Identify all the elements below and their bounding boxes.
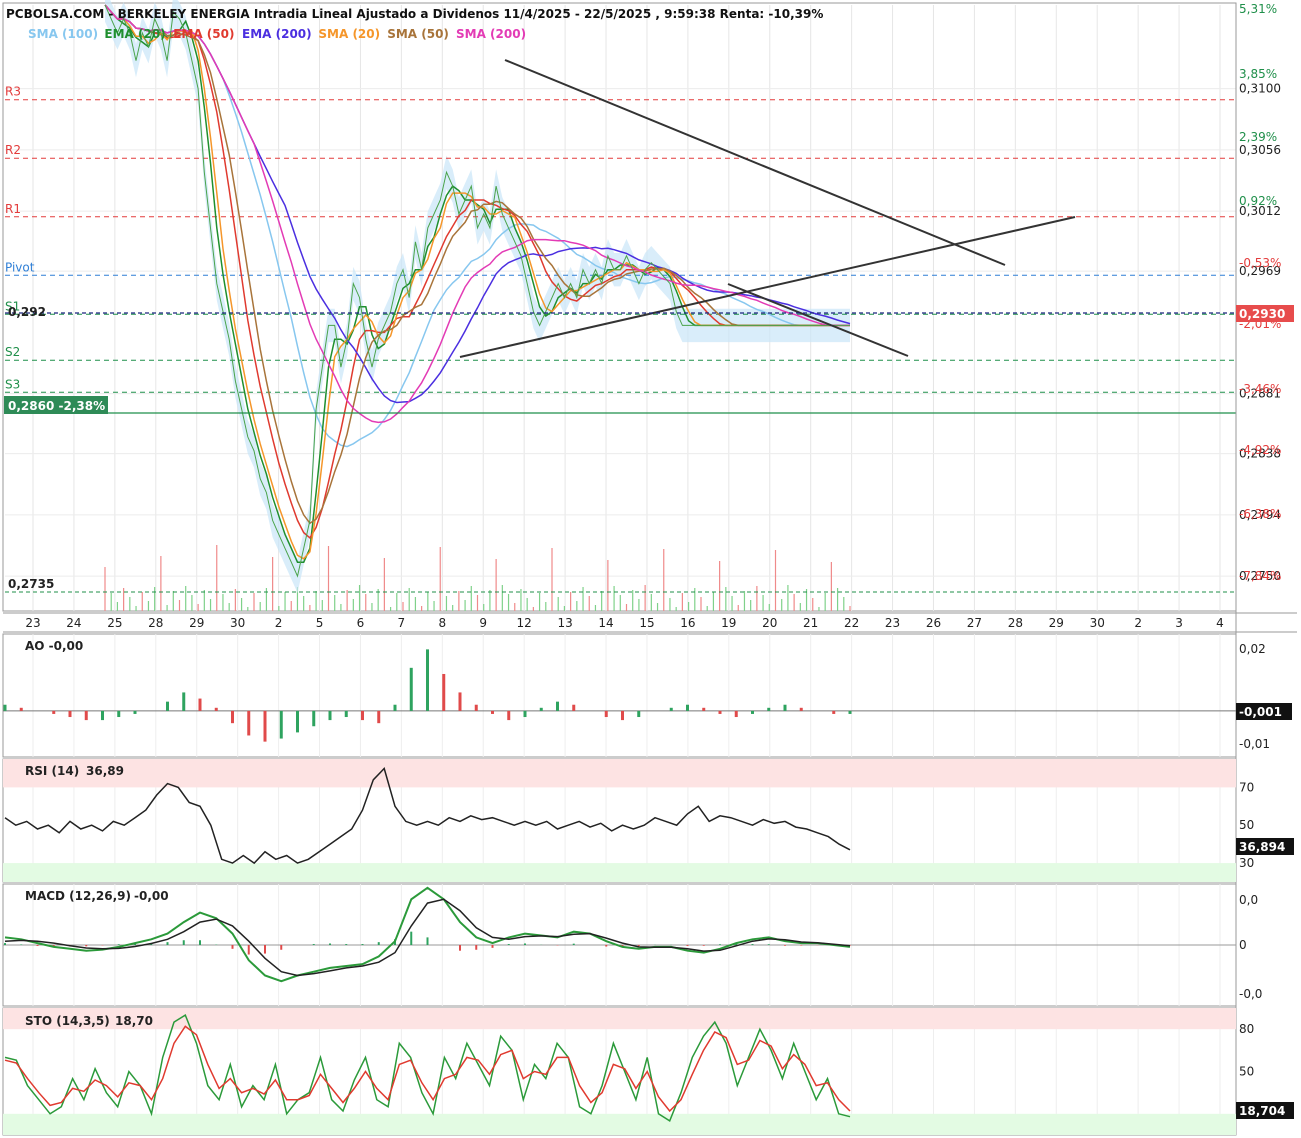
pct-tick: -7,84% [1239,569,1281,583]
price-axis: 0,31000,30560,30120,29690,28810,28380,27… [1235,2,1281,1135]
macd-panel: MACD (12,26,9) -0,00 0,0 0 -0,0 [2,883,1262,1007]
sto-oversold [3,1113,1236,1135]
legend-item: EMA (200) [242,27,312,41]
date-tick: 28 [148,616,163,630]
pct-tick: -4,92% [1239,443,1281,457]
legend-item: SMA (50) [387,27,449,41]
sto-panel: STO (14,3,5) 18,70 80 50 18,704 [2,1007,1294,1136]
macd-title: MACD (12,26,9) [25,889,131,903]
date-tick: 2 [1134,616,1142,630]
date-tick: 23 [25,616,40,630]
pivot-label: R2 [5,143,21,157]
date-tick: 16 [680,616,695,630]
ao-panel: AO -0,00 0,02 -0,01 -0,001 [2,633,1292,758]
sto-tick: 80 [1239,1022,1254,1036]
date-tick: 28 [1008,616,1023,630]
rsi-panel: RSI (14) 36,89 70 50 30 36,894 [2,758,1294,883]
pivot-label: R3 [5,85,21,99]
pivot-label: R1 [5,202,21,216]
date-tick: 13 [557,616,572,630]
rsi-tick: 50 [1239,818,1254,832]
legend-item: SMA (20) [318,27,380,41]
last-price-tag: 0,2930 [1239,307,1285,321]
macd-tick: 0 [1239,938,1247,952]
date-tick: 23 [885,616,900,630]
date-tick: 21 [803,616,818,630]
pct-tick: 5,31% [1239,2,1277,16]
rsi-tick: 30 [1239,856,1254,870]
date-tick: 4 [1216,616,1224,630]
pct-tick: -0,53% [1239,256,1281,270]
chart-title: PCBOLSA.COM - BERKELEY ENERGIA Intradia … [6,7,823,21]
sto-tick: 50 [1239,1065,1254,1079]
sto-tag: 18,704 [1239,1104,1285,1118]
date-tick: 30 [1090,616,1105,630]
sto-title: STO (14,3,5) [25,1014,110,1028]
ao-tick: -0,01 [1239,737,1270,751]
ao-title: AO -0,00 [25,639,83,653]
sto-overbought [3,1008,1236,1030]
pct-tick: 0,92% [1239,194,1277,208]
date-tick: 12 [517,616,532,630]
date-axis: 23 24 25 28 29 30 2 5 6 7 8 9 12 13 14 15 16 19 20 21 22 23 26… [3,612,1297,633]
low-label: 0,2735 [8,577,54,591]
price-tick: 0,3100 [1239,82,1281,96]
rsi-overbought [3,759,1236,788]
pct-tick: 2,39% [1239,130,1277,144]
price-panel: PCBOLSA.COM - BERKELEY ENERGIA Intradia … [2,0,1237,612]
date-tick: 25 [107,616,122,630]
pivot-label: Pivot [5,260,35,274]
date-tick: 7 [398,616,406,630]
date-tick: 19 [721,616,736,630]
date-tick: 3 [1175,616,1183,630]
date-tick: 14 [598,616,613,630]
ao-tick: 0,02 [1239,642,1266,656]
rsi-title: RSI (14) [25,764,79,778]
date-tick: 22 [844,616,859,630]
pct-tick: -3,46% [1239,382,1281,396]
ao-tag: -0,001 [1239,705,1282,719]
date-tick: 9 [479,616,487,630]
date-tick: 26 [926,616,941,630]
legend-item: EMA (20) [104,27,165,41]
legend-item: SMA (100) [28,27,98,41]
date-tick: 6 [357,616,365,630]
macd-tick: -0,0 [1239,987,1262,1001]
date-tick: 24 [66,616,81,630]
pivot-label: S2 [5,345,20,359]
price-panel-frame [2,2,1237,612]
rsi-oversold [3,863,1236,882]
panel-frame [2,633,1237,758]
date-tick: 8 [438,616,446,630]
chart-canvas: PCBOLSA.COM - BERKELEY ENERGIA Intradia … [2,0,1297,1136]
legend-item: EMA (50) [173,27,234,41]
pct-tick: -6,38% [1239,507,1281,521]
pivot-label: S3 [5,377,20,391]
date-tick: 20 [762,616,777,630]
date-tick: 30 [230,616,245,630]
date-tick: 29 [189,616,204,630]
pct-tick: 3,85% [1239,67,1277,81]
macd-tick: 0,0 [1239,893,1258,907]
macd-value: -0,00 [134,889,169,903]
rsi-tick: 70 [1239,780,1254,794]
rsi-tag: 36,894 [1239,840,1285,854]
support-tag: 0,2860 -2,38% [8,399,105,413]
date-tick: 5 [316,616,324,630]
sto-value: 18,70 [115,1014,153,1028]
level-292-label: 0,292 [8,305,46,319]
date-tick: 29 [1049,616,1064,630]
rsi-value: 36,89 [86,764,124,778]
date-tick: 27 [967,616,982,630]
price-tick: 0,3056 [1239,143,1281,157]
date-tick: 15 [639,616,654,630]
date-tick: 2 [275,616,283,630]
legend-item: SMA (200) [456,27,526,41]
